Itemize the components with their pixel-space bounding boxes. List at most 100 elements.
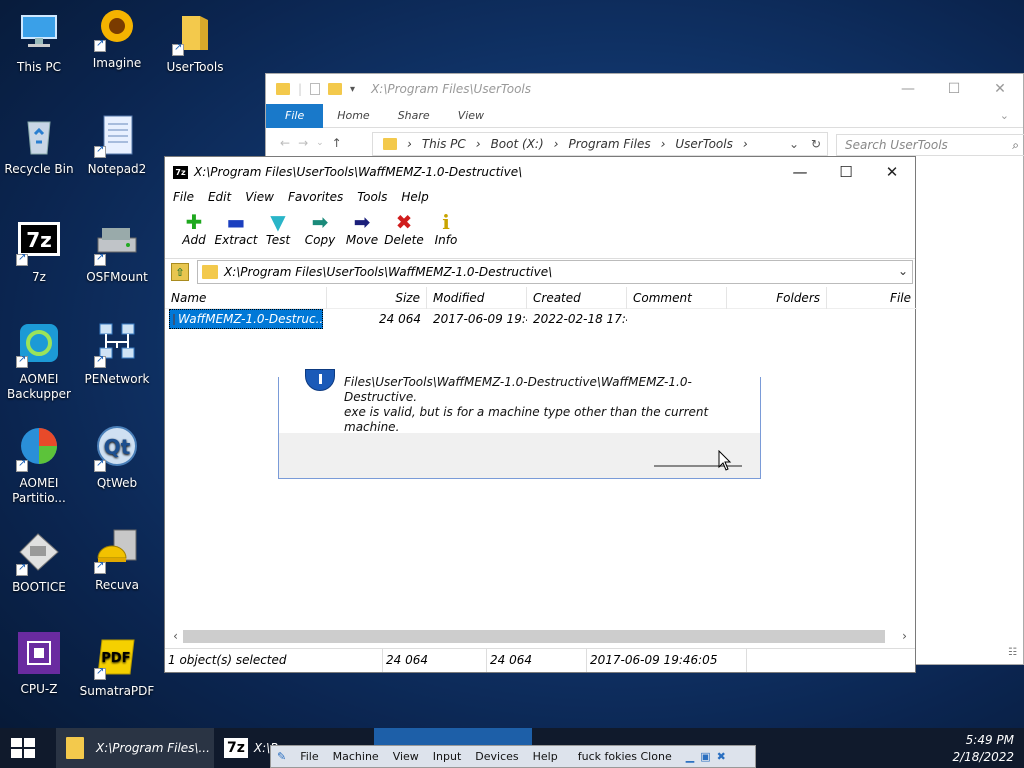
path-bar: ⇧ X:\Program Files\UserTools\WaffMEMZ-1.… <box>165 259 915 285</box>
desktop-icon-recycle-bin[interactable]: Recycle Bin <box>0 112 78 177</box>
row-modified: 2017-06-09 19:46 <box>433 312 527 326</box>
aomei-backupper-icon <box>16 322 62 368</box>
refresh-icon[interactable]: ↻ <box>811 137 821 151</box>
tab-home[interactable]: Home <box>323 104 383 128</box>
menu-edit[interactable]: Edit <box>208 190 231 204</box>
desktop-icon-usertools[interactable]: UserTools <box>156 10 234 75</box>
taskbar-explorer[interactable]: X:\Program Files\... <box>56 728 214 768</box>
breadcrumb-this-pc[interactable]: This PC <box>422 137 466 151</box>
desktop-icon-cpuz[interactable]: CPU-Z <box>0 632 78 697</box>
imagine-icon <box>94 6 140 52</box>
desktop-icon-aomei-backupper[interactable]: AOMEIBackupper <box>0 322 78 402</box>
desktop-icon-qtweb[interactable]: Qt QtWeb <box>78 426 156 491</box>
vm-menu-file[interactable]: File <box>300 750 318 763</box>
error-dialog[interactable]: Files\UserTools\WaffMEMZ-1.0-Destructive… <box>278 369 761 479</box>
start-button[interactable] <box>10 728 40 768</box>
desktop-icon-sumatrapdf[interactable]: PDF SumatraPDF <box>78 634 156 699</box>
recuva-icon <box>94 528 140 574</box>
col-name[interactable]: Name <box>165 287 327 309</box>
test-button[interactable]: ▼ Test <box>257 207 299 247</box>
maximize-button[interactable]: ☐ <box>823 157 869 187</box>
dialog-body: Files\UserTools\WaffMEMZ-1.0-Destructive… <box>279 369 760 434</box>
row-name[interactable]: WaffMEMZ-1.0-Destruc... <box>169 309 323 329</box>
desktop-icon-osfmount[interactable]: OSFMount <box>78 220 156 285</box>
chevron-down-icon[interactable]: ⌄ <box>986 104 1023 128</box>
vm-menu-help[interactable]: Help <box>533 750 558 763</box>
horizontal-scrollbar[interactable]: ‹ › <box>165 628 915 645</box>
copy-button[interactable]: ➡ Copy <box>299 207 341 247</box>
add-button[interactable]: ✚ Add <box>173 207 215 247</box>
copy-icon: ➡ <box>311 210 329 234</box>
taskbar-7zip[interactable]: 7z X:\P <box>220 728 277 768</box>
table-row[interactable]: WaffMEMZ-1.0-Destruc... 24 064 2017-06-0… <box>165 309 917 329</box>
vm-menu-devices[interactable]: Devices <box>475 750 518 763</box>
breadcrumb-boot[interactable]: Boot (X:) <box>491 137 544 151</box>
search-icon[interactable]: ⌕ <box>1012 138 1019 153</box>
path-input[interactable]: X:\Program Files\UserTools\WaffMEMZ-1.0-… <box>197 260 913 284</box>
scroll-thumb[interactable] <box>183 630 885 643</box>
recent-chevron-icon[interactable]: ⌄ <box>316 138 324 148</box>
vm-menu-input[interactable]: Input <box>433 750 461 763</box>
minimize-button[interactable]: — <box>777 157 823 187</box>
scroll-right-icon[interactable]: › <box>896 628 913 645</box>
move-button[interactable]: ➡ Move <box>341 207 383 247</box>
col-size[interactable]: Size <box>327 287 427 309</box>
tab-file[interactable]: File <box>266 103 324 128</box>
tab-view[interactable]: View <box>444 104 498 128</box>
up-folder-icon[interactable]: ⇧ <box>171 263 189 281</box>
menu-view[interactable]: View <box>245 190 274 204</box>
col-modified[interactable]: Modified <box>427 287 527 309</box>
close-button[interactable]: ✕ <box>977 74 1023 104</box>
pin-icon[interactable]: ✎ <box>277 750 286 763</box>
minimize-icon[interactable]: ▁ <box>686 750 694 763</box>
desktop-icon-aomei-partition[interactable]: AOMEIPartitio... <box>0 426 78 506</box>
breadcrumb-usertools[interactable]: UserTools <box>675 137 732 151</box>
properties-icon[interactable] <box>310 83 321 95</box>
forward-arrow-icon[interactable]: → <box>298 136 308 150</box>
desktop-icon-recuva[interactable]: Recuva <box>78 528 156 593</box>
back-arrow-icon[interactable]: ← <box>280 136 290 150</box>
col-created[interactable]: Created <box>527 287 627 309</box>
add-icon: ✚ <box>185 210 203 234</box>
col-folders[interactable]: Folders <box>727 287 827 309</box>
chevron-down-icon[interactable]: ⌄ <box>898 264 908 278</box>
desktop-icon-notepad2[interactable]: Notepad2 <box>78 112 156 177</box>
menu-file[interactable]: File <box>173 190 194 204</box>
desktop-icon-imagine[interactable]: Imagine <box>78 6 156 71</box>
move-icon: ➡ <box>353 210 371 234</box>
col-comment[interactable]: Comment <box>627 287 727 309</box>
extract-button[interactable]: ▬ Extract <box>215 207 258 247</box>
col-file[interactable]: File <box>827 287 917 309</box>
vm-menu-view[interactable]: View <box>393 750 419 763</box>
view-toggle-icon[interactable]: ☷ <box>1008 647 1017 658</box>
chevron-down-icon[interactable]: ⌄ <box>789 137 799 151</box>
up-arrow-icon[interactable]: ↑ <box>332 136 342 150</box>
menu-tools[interactable]: Tools <box>357 190 387 204</box>
delete-button[interactable]: ✖ Delete <box>383 207 425 247</box>
explorer-address-bar[interactable]: › This PC › Boot (X:) › Program Files › … <box>372 132 828 156</box>
system-clock[interactable]: 5:49 PM 2/18/2022 <box>952 732 1014 766</box>
menu-favorites[interactable]: Favorites <box>288 190 343 204</box>
breadcrumb-program-files[interactable]: Program Files <box>568 137 650 151</box>
explorer-search-input[interactable]: Search UserTools <box>836 134 1024 156</box>
desktop-icon-penetwork[interactable]: PENetwork <box>78 322 156 387</box>
new-folder-icon[interactable] <box>328 83 343 95</box>
desktop-icon-bootice[interactable]: BOOTICE <box>0 530 78 595</box>
tab-share[interactable]: Share <box>384 104 444 128</box>
maximize-button[interactable]: ☐ <box>931 74 977 104</box>
dialog-message: Files\UserTools\WaffMEMZ-1.0-Destructive… <box>344 375 709 434</box>
scroll-left-icon[interactable]: ‹ <box>167 628 184 645</box>
vm-menu-machine[interactable]: Machine <box>333 750 379 763</box>
pdf-icon: PDF <box>94 634 140 680</box>
restore-icon[interactable]: ▣ <box>700 750 710 763</box>
desktop-icon-label: BOOTICE <box>12 580 66 594</box>
statusbar: 1 object(s) selected 24 064 24 064 2017-… <box>165 648 915 672</box>
chevron-down-icon[interactable]: ▾ <box>350 84 355 95</box>
desktop-icon-7z[interactable]: 7z 7z <box>0 220 78 285</box>
close-icon[interactable]: ✖ <box>717 750 726 763</box>
close-button[interactable]: ✕ <box>869 157 915 187</box>
menu-help[interactable]: Help <box>401 190 428 204</box>
info-button[interactable]: i Info <box>425 207 467 247</box>
minimize-button[interactable]: — <box>885 74 931 104</box>
desktop-icon-this-pc[interactable]: This PC <box>0 10 78 75</box>
